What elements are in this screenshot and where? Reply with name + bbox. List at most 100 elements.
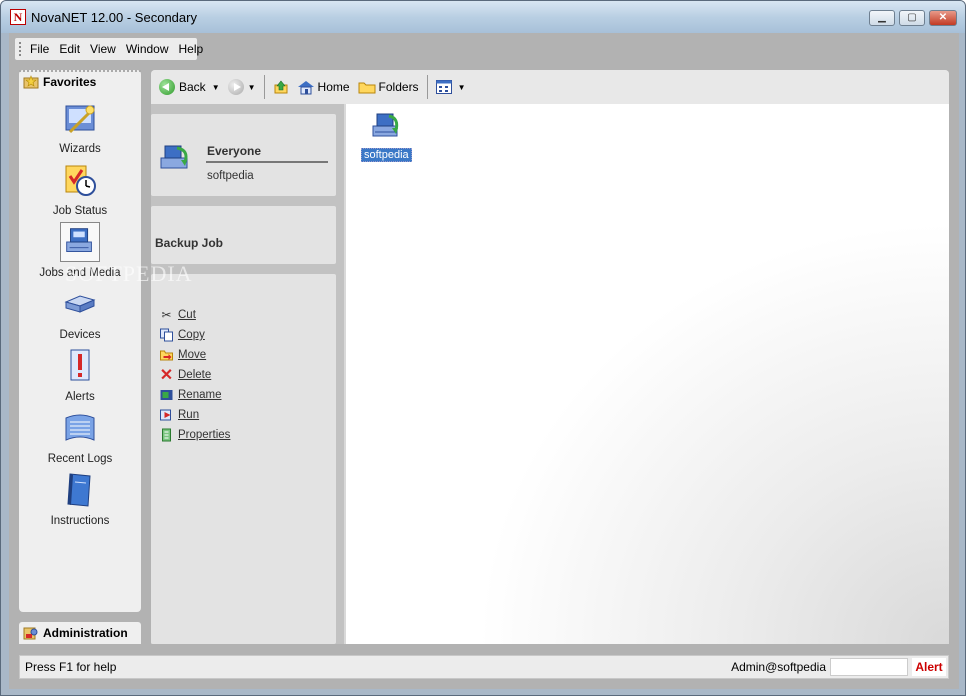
toolbar: Back ▼ ▼ Home Folders ▼	[151, 70, 949, 104]
close-button[interactable]: ✕	[929, 10, 957, 26]
folders-button[interactable]: Folders	[354, 75, 423, 99]
menu-window[interactable]: Window	[121, 42, 174, 56]
favorite-instructions[interactable]: Instructions	[19, 470, 141, 527]
status-bar: Press F1 for help Admin@softpedia Alert	[19, 655, 949, 679]
views-dropdown-icon[interactable]: ▼	[458, 83, 466, 92]
favorite-label: Job Status	[52, 205, 108, 217]
menu-edit[interactable]: Edit	[54, 42, 85, 56]
action-move[interactable]: Move	[159, 348, 206, 362]
home-label: Home	[317, 80, 350, 94]
scissors-icon: ✂	[161, 308, 172, 322]
user-card: Everyone softpedia	[151, 114, 336, 196]
status-help-text: Press F1 for help	[25, 660, 117, 674]
status-user: Admin@softpedia	[731, 660, 826, 674]
action-label[interactable]: Move	[178, 349, 206, 361]
action-properties[interactable]: Properties	[159, 428, 230, 442]
alerts-icon	[70, 349, 90, 381]
alert-button[interactable]: Alert	[912, 658, 946, 676]
action-copy[interactable]: Copy	[159, 328, 205, 342]
action-label[interactable]: Copy	[178, 329, 205, 341]
folders-label: Folders	[378, 80, 419, 94]
favorite-label: Instructions	[50, 515, 110, 527]
job-status-icon	[65, 165, 96, 196]
copy-icon	[160, 328, 173, 342]
back-dropdown-icon[interactable]: ▼	[212, 83, 220, 92]
devices-icon	[64, 295, 96, 313]
move-icon	[160, 350, 173, 361]
minimize-button[interactable]: ▁	[869, 10, 895, 26]
favorites-icon	[23, 75, 39, 89]
favorite-wizards[interactable]: Wizards	[19, 98, 141, 155]
favorite-label: Recent Logs	[47, 453, 113, 465]
favorite-label: Devices	[59, 329, 101, 341]
user-divider	[206, 161, 328, 163]
server-item[interactable]: softpedia	[361, 110, 412, 162]
forward-arrow-icon	[227, 79, 244, 95]
title-bar: N NovaNET 12.00 - Secondary ▁ ▢ ✕	[1, 1, 965, 33]
favorites-title: Favorites	[43, 75, 97, 89]
maximize-button[interactable]: ▢	[899, 10, 925, 26]
user-server: softpedia	[207, 170, 254, 182]
user-media-icon	[160, 145, 188, 169]
favorite-job-status[interactable]: Job Status	[19, 160, 141, 217]
rename-icon	[160, 390, 173, 400]
content-view[interactable]: softpedia	[346, 104, 949, 644]
administration-label: Administration	[43, 626, 128, 640]
menu-view[interactable]: View	[85, 42, 121, 56]
jobs-media-icon	[60, 222, 100, 262]
job-title: Backup Job	[155, 236, 224, 250]
favorites-header[interactable]: Favorites	[19, 70, 141, 92]
administration-tab[interactable]: Administration	[19, 622, 141, 644]
window-title: NovaNET 12.00 - Secondary	[31, 10, 197, 25]
main-panel: Back ▼ ▼ Home Folders ▼ Everyone softped…	[151, 70, 949, 644]
server-media-icon	[372, 113, 399, 137]
up-button[interactable]	[269, 75, 293, 99]
favorites-panel: Favorites Wizards Job Status Jobs and Me…	[19, 70, 141, 612]
favorite-devices[interactable]: Devices	[19, 284, 141, 341]
forward-button[interactable]: ▼	[224, 75, 260, 99]
server-label: softpedia	[361, 148, 412, 162]
home-button[interactable]: Home	[293, 75, 354, 99]
favorite-label: Alerts	[65, 391, 95, 403]
properties-icon	[162, 428, 171, 442]
favorite-jobs-media[interactable]: Jobs and Media	[19, 222, 141, 279]
action-label[interactable]: Run	[178, 409, 199, 421]
action-label[interactable]: Rename	[178, 389, 221, 401]
favorite-alerts[interactable]: Alerts	[19, 346, 141, 403]
task-pane: Everyone softpedia Backup Job ✂ Cut Copy…	[151, 104, 344, 644]
job-card: Backup Job	[151, 206, 336, 264]
action-label[interactable]: Cut	[178, 309, 196, 321]
action-label[interactable]: Properties	[178, 429, 230, 441]
toolbar-separator	[263, 75, 265, 99]
toolbar-separator	[426, 75, 428, 99]
menu-help[interactable]: Help	[174, 42, 209, 56]
recent-logs-icon	[65, 414, 95, 441]
action-run[interactable]: Run	[159, 408, 199, 422]
views-button[interactable]: ▼	[432, 75, 470, 99]
view-grid-icon	[435, 80, 452, 94]
menu-bar: File Edit View Window Help	[15, 38, 203, 60]
app-window: N NovaNET 12.00 - Secondary ▁ ▢ ✕ File E…	[0, 0, 966, 696]
action-cut[interactable]: ✂ Cut	[159, 308, 196, 322]
action-delete[interactable]: ✕ Delete	[159, 367, 211, 384]
status-field	[830, 658, 908, 676]
menu-file[interactable]: File	[25, 42, 54, 56]
forward-dropdown-icon[interactable]: ▼	[248, 83, 256, 92]
binary-background	[692, 487, 946, 541]
user-name: Everyone	[207, 144, 262, 158]
run-icon	[160, 409, 171, 421]
app-icon: N	[10, 9, 26, 25]
client-area: File Edit View Window Help Favorites Wiz…	[9, 33, 959, 689]
action-rename[interactable]: Rename	[159, 388, 221, 402]
favorite-recent-logs[interactable]: Recent Logs	[19, 408, 141, 465]
actions-card: ✂ Cut Copy Move ✕ Delete Rename Run Prop…	[151, 274, 336, 644]
delete-x-icon: ✕	[159, 367, 174, 384]
back-button[interactable]: Back ▼	[155, 75, 224, 99]
back-label: Back	[179, 80, 206, 94]
up-folder-icon	[274, 80, 288, 94]
home-icon	[297, 81, 314, 95]
back-arrow-icon	[159, 79, 175, 95]
menu-grip[interactable]	[19, 42, 21, 56]
favorite-label: Jobs and Media	[39, 267, 121, 279]
action-label[interactable]: Delete	[178, 369, 211, 381]
